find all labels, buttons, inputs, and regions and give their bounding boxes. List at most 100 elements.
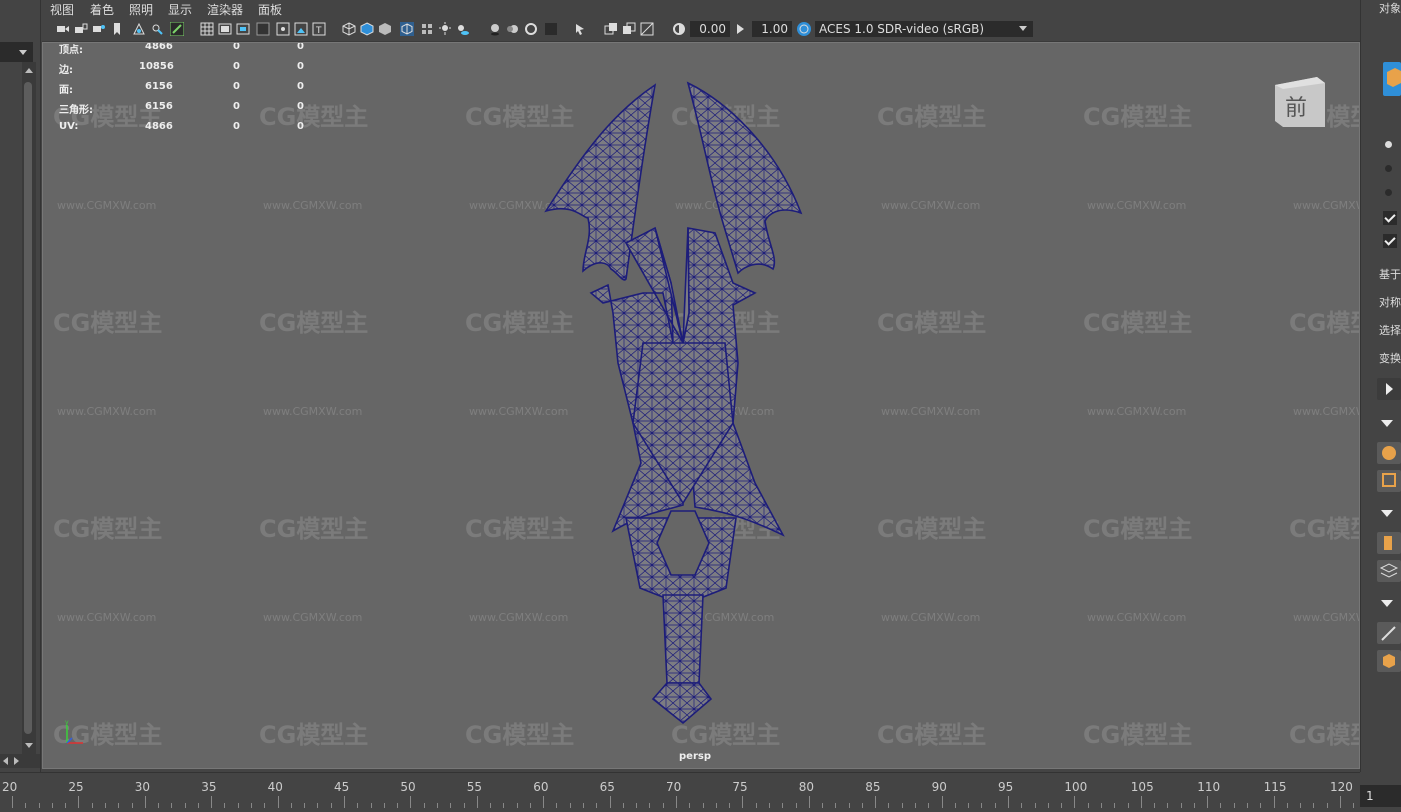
timeline-tick	[304, 803, 306, 808]
xray-icon[interactable]	[604, 22, 618, 36]
gamma-field[interactable]: 1.00	[752, 21, 792, 37]
resolution-gate-icon[interactable]	[236, 22, 250, 36]
image-plane-icon[interactable]	[132, 22, 146, 36]
scrollbar-thumb[interactable]	[24, 82, 32, 734]
textured-icon[interactable]	[420, 22, 434, 36]
view-cube[interactable]: 前	[1275, 77, 1325, 127]
radio-option-1[interactable]	[1385, 141, 1392, 148]
checkbox-option-1[interactable]	[1383, 211, 1397, 225]
hud-row-edges: 边: 10856 0 0	[59, 61, 304, 76]
timeline-tick-label: 70	[666, 780, 682, 794]
menu-show[interactable]: 显示	[168, 1, 192, 18]
time-slider[interactable]: 20 25 30 35 40 45 50 55 60 65 70 75 80 85 90 95 100 105 11…	[0, 772, 1360, 812]
sphere-icon	[1382, 446, 1396, 460]
field-chart-icon[interactable]	[276, 22, 290, 36]
left-panel-dropdown[interactable]	[0, 42, 33, 62]
camera-attributes-icon[interactable]	[92, 22, 106, 36]
smooth-shade-icon[interactable]	[360, 22, 374, 36]
checkbox-option-2[interactable]	[1383, 234, 1397, 248]
use-all-lights-icon[interactable]	[438, 22, 452, 36]
menu-shading[interactable]: 着色	[90, 1, 114, 18]
svg-text:y: y	[65, 719, 69, 726]
exposure-field[interactable]: 0.00	[690, 21, 730, 37]
screen-space-ao-icon[interactable]	[488, 22, 502, 36]
timeline-tick	[768, 803, 770, 808]
motion-blur-icon[interactable]	[506, 22, 520, 36]
cube-tool-button[interactable]	[1377, 650, 1401, 672]
camera-lock-icon[interactable]	[74, 22, 88, 36]
layers-button[interactable]	[1377, 560, 1401, 582]
timeline-tick	[344, 796, 345, 808]
timeline-tick	[875, 796, 877, 808]
wireframe-icon[interactable]	[342, 22, 356, 36]
timeline-tick	[330, 803, 332, 808]
gamma-icon[interactable]	[734, 22, 748, 36]
left-panel-hscroll[interactable]	[0, 754, 40, 768]
chevron-down-icon[interactable]	[1381, 510, 1393, 517]
timeline-tick	[1220, 803, 1222, 808]
scroll-right-icon[interactable]	[14, 757, 19, 765]
color-space-select[interactable]: ACES 1.0 SDR-video (sRGB)	[815, 21, 1033, 37]
timeline-tick	[1061, 803, 1063, 808]
timeline-tick-label: 80	[798, 780, 815, 794]
default-material-icon[interactable]	[378, 22, 392, 36]
timeline-tick	[1326, 803, 1328, 808]
current-frame-field[interactable]: 1	[1360, 785, 1401, 807]
timeline-tick	[901, 803, 903, 808]
xray-components-icon[interactable]	[640, 22, 654, 36]
label-transform: 变换	[1379, 352, 1401, 365]
timeline-tick	[1340, 796, 1341, 808]
gate-mask-icon[interactable]	[256, 22, 270, 36]
isolate-select-icon[interactable]	[574, 22, 588, 36]
color-management-icon[interactable]	[796, 21, 812, 37]
radio-option-3[interactable]	[1385, 189, 1392, 196]
uv-grid-button[interactable]	[1377, 470, 1401, 492]
grid-icon[interactable]	[200, 22, 214, 36]
sword-wireframe-mesh[interactable]	[43, 43, 1360, 769]
shadows-icon[interactable]	[456, 22, 470, 36]
poly-count-hud: 顶点: 4866 0 0 边: 10856 0 0 面: 6156 0 0 三角形: 6156 0 0 …	[59, 43, 309, 141]
exposure-icon[interactable]	[672, 22, 686, 36]
safe-action-icon[interactable]	[294, 22, 308, 36]
xray-joints-icon[interactable]	[622, 22, 636, 36]
anti-aliasing-icon[interactable]	[524, 22, 538, 36]
extrude-button[interactable]	[1377, 532, 1401, 554]
chevron-down-icon[interactable]	[1381, 600, 1393, 607]
chevron-down-icon[interactable]	[1381, 420, 1393, 427]
timeline-tick	[782, 803, 784, 808]
camera-bookmark-icon[interactable]	[110, 22, 124, 36]
safe-title-icon[interactable]: T	[312, 22, 326, 36]
scroll-down-icon[interactable]	[25, 743, 33, 748]
camera-select-icon[interactable]	[56, 22, 70, 36]
film-gate-icon[interactable]	[218, 22, 232, 36]
expand-button[interactable]	[1377, 378, 1401, 400]
timeline-tick	[795, 803, 797, 808]
2d-pan-zoom-icon[interactable]	[150, 22, 164, 36]
left-panel-scrollbar[interactable]	[22, 62, 36, 754]
timeline-tick	[1140, 796, 1142, 808]
timeline-tick	[1247, 803, 1249, 808]
scroll-up-icon[interactable]	[25, 68, 33, 73]
depth-of-field-icon[interactable]	[544, 22, 558, 36]
object-mode-button[interactable]	[1383, 62, 1401, 96]
timeline-tick	[676, 796, 677, 808]
timeline-tick	[755, 803, 757, 808]
viewport-toolbar: T 0.00 1.00 ACES 1.0 SDR-video (sRGB)	[42, 18, 1360, 42]
menu-lighting[interactable]: 照明	[129, 1, 153, 18]
soft-select-button[interactable]	[1377, 442, 1401, 464]
pen-tool-button[interactable]	[1377, 622, 1401, 644]
hud-row-uvs: UV: 4866 0 0	[59, 121, 304, 132]
3d-viewport[interactable]: CG模型主 CG模型主 CG模型主 CG模型主 www.CGMXW.com www.CGM…	[42, 42, 1360, 769]
timeline-tick	[888, 803, 890, 808]
timeline-tick	[1154, 803, 1156, 808]
timeline-tick	[211, 796, 213, 808]
grease-pencil-icon[interactable]	[170, 22, 184, 36]
menu-panels[interactable]: 面板	[258, 1, 282, 18]
scroll-left-icon[interactable]	[3, 757, 8, 765]
menu-view[interactable]: 视图	[50, 1, 74, 18]
timeline-tick	[158, 803, 160, 808]
radio-option-2[interactable]	[1385, 165, 1392, 172]
timeline-tick	[861, 803, 863, 808]
menu-renderer[interactable]: 渲染器	[207, 1, 243, 18]
wireframe-on-shaded-icon[interactable]	[400, 22, 414, 36]
